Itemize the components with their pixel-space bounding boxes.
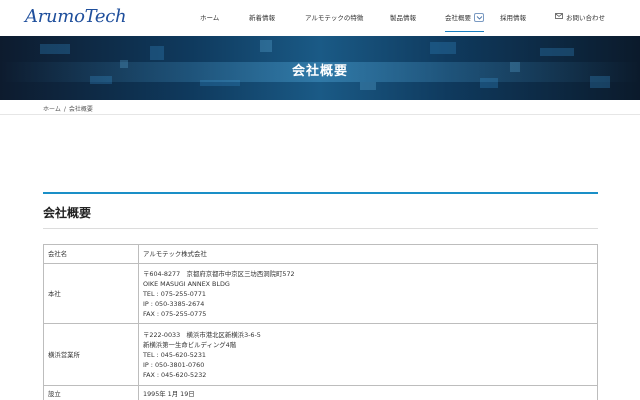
row-value: 〒222-0033 横浜市港北区新横浜3-6-5 新横浜第一生命ビルディング4階… (138, 323, 598, 386)
table-row-established: 設立 1995年 1月 19日 (43, 385, 598, 400)
hero-title: 会社概要 (291, 64, 348, 79)
chevron-down-icon[interactable] (474, 12, 484, 22)
nav-contact[interactable]: お問い合わせ (555, 12, 605, 22)
nav-contact-label: お問い合わせ (566, 14, 605, 22)
page-hero: 会社概要 (0, 36, 640, 100)
value-line: FAX : 045-620-5232 (143, 370, 207, 379)
table-row-yokohama-office: 横浜営業所 〒222-0033 横浜市港北区新横浜3-6-5 新横浜第一生命ビル… (43, 323, 598, 386)
nav-products[interactable]: 製品情報 (390, 12, 416, 22)
breadcrumb-divider (0, 114, 640, 115)
table-row-company-name: 会社名 アルモテック株式会社 (43, 244, 598, 264)
nav-home[interactable]: ホーム (200, 12, 219, 22)
breadcrumb-current: 会社概要 (68, 106, 93, 113)
breadcrumb: ホーム / 会社概要 (43, 104, 93, 113)
value-line: 〒604-8277 京都府京都市中京区三坊西洞院町572 (143, 269, 295, 278)
section-title-underline (43, 228, 598, 229)
breadcrumb-separator: / (63, 106, 66, 113)
nav-news[interactable]: 新着情報 (249, 12, 275, 22)
section-title: 会社概要 (43, 206, 92, 220)
nav-recruit[interactable]: 採用情報 (500, 12, 526, 22)
company-info-table: 会社名 アルモテック株式会社 本社 〒604-8277 京都府京都市中京区三坊西… (43, 244, 598, 400)
value-line: IP : 050-3385-2674 (143, 299, 205, 308)
value-line: TEL : 045-620-5231 (143, 350, 206, 359)
breadcrumb-home[interactable]: ホーム (43, 106, 61, 113)
row-label: 横浜営業所 (43, 323, 139, 386)
nav-features[interactable]: アルモテックの特徴 (305, 12, 363, 22)
row-label: 会社名 (43, 244, 139, 264)
section-top-bar (43, 192, 598, 194)
mail-icon (555, 13, 563, 21)
value-line: FAX : 075-255-0775 (143, 309, 207, 318)
row-value: 〒604-8277 京都府京都市中京区三坊西洞院町572 OIKE MASUGI… (138, 263, 598, 324)
row-label: 本社 (43, 263, 139, 324)
row-label: 設立 (43, 385, 139, 400)
value-line: アルモテック株式会社 (143, 250, 207, 258)
row-value: 1995年 1月 19日 (138, 385, 598, 400)
site-logo[interactable]: ArumoTech (25, 6, 127, 27)
value-line: 〒222-0033 横浜市港北区新横浜3-6-5 (143, 330, 261, 339)
row-value: アルモテック株式会社 (138, 244, 598, 264)
value-line: 新横浜第一生命ビルディング4階 (143, 340, 237, 349)
table-row-headquarters: 本社 〒604-8277 京都府京都市中京区三坊西洞院町572 OIKE MAS… (43, 263, 598, 324)
value-line: TEL : 075-255-0771 (143, 289, 206, 298)
site-header: ArumoTech ホーム 新着情報 アルモテックの特徴 製品情報 会社概要 採… (0, 0, 640, 36)
value-line: 1995年 1月 19日 (143, 390, 195, 398)
nav-company-label: 会社概要 (445, 14, 471, 22)
value-line: OIKE MASUGI ANNEX BLDG (143, 279, 230, 288)
nav-company[interactable]: 会社概要 (445, 12, 484, 32)
value-line: IP : 050-3801-0760 (143, 360, 205, 369)
